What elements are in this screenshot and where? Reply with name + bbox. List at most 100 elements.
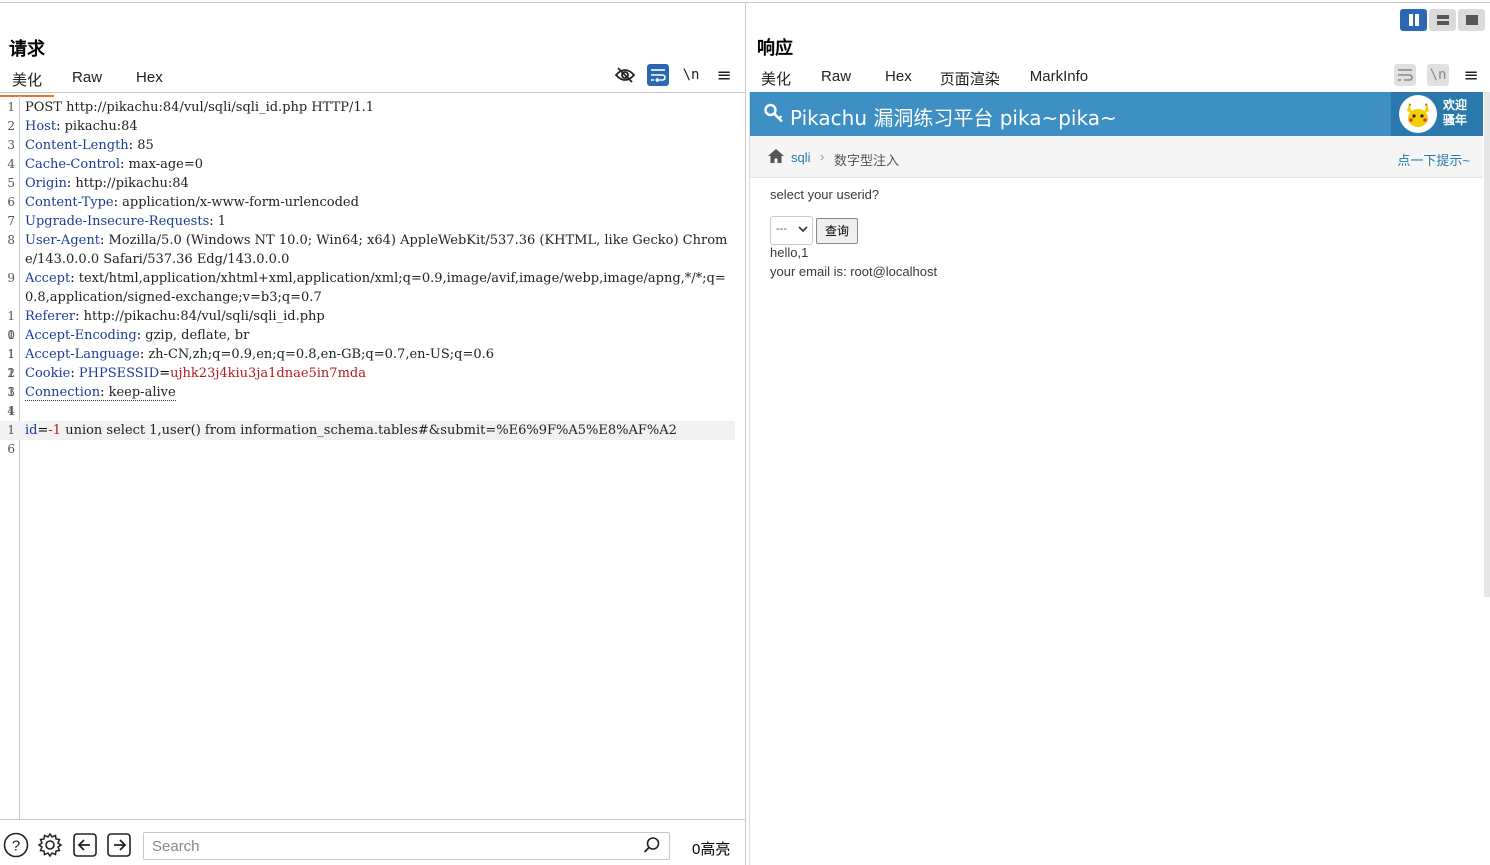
breadcrumb: sqli › 数字型注入 点一下提示~	[750, 136, 1483, 178]
header-value: pikachu:84	[64, 119, 138, 134]
home-icon[interactable]	[767, 148, 785, 169]
code-line[interactable]: 10 Referer: http://pikachu:84/vul/sqli/sq…	[0, 307, 745, 342]
header-value: max-age=0	[128, 157, 204, 172]
header-line: Upgrade-Insecure-Requests: 1	[25, 214, 227, 229]
back-arrow-icon[interactable]	[72, 832, 98, 858]
gear-icon[interactable]	[37, 832, 63, 858]
tab-hex[interactable]: Hex	[873, 68, 924, 93]
tab-page-render[interactable]: 页面渲染	[927, 68, 1012, 96]
tab-raw[interactable]: Raw	[809, 68, 863, 93]
code-line[interactable]: 8 User-Agent: Mozilla/5.0 (Windows NT 10.…	[0, 231, 745, 269]
search-icon[interactable]	[643, 836, 661, 859]
avatar	[1399, 95, 1437, 133]
line-number: 5	[7, 176, 15, 190]
key-icon	[764, 103, 784, 128]
site-title: Pikachu 漏洞练习平台 pika~pika~	[790, 106, 1117, 130]
tab-raw[interactable]: Raw	[60, 69, 114, 94]
welcome-text: 欢迎 骚年	[1443, 98, 1467, 128]
breadcrumb-link-sqli[interactable]: sqli	[791, 150, 811, 165]
response-tabs: 美化 Raw Hex 页面渲染 MarkInfo	[749, 68, 1100, 96]
header-name: Origin	[25, 176, 67, 191]
header-value: text/html,application/xhtml+xml,applicat…	[25, 271, 726, 305]
highlight-count: 0高亮	[692, 841, 731, 858]
line-number: 8	[7, 233, 15, 247]
code-line[interactable]: 3 Content-Length: 85	[0, 136, 745, 155]
param-value: -1	[48, 423, 62, 438]
newline-icon[interactable]: \n	[680, 64, 702, 86]
line-number: 4	[7, 157, 15, 171]
header-name: Connection	[25, 385, 101, 400]
menu-icon[interactable]: ≡	[713, 64, 735, 86]
header-line: Origin: http://pikachu:84	[25, 176, 189, 191]
tab-hex[interactable]: Hex	[124, 69, 175, 94]
header-value: 1	[217, 214, 227, 229]
line-number: 16	[7, 423, 15, 456]
user-menu[interactable]: 欢迎 骚年	[1391, 92, 1483, 136]
code-line[interactable]: 1 POST http://pikachu:84/vul/sqli/sqli_id…	[0, 98, 745, 117]
wrap-icon[interactable]	[647, 64, 669, 86]
result-line-1: hello,1	[770, 245, 809, 260]
header-line: User-Agent: Mozilla/5.0 (Windows NT 10.0…	[25, 233, 728, 267]
header-value: keep-alive	[108, 385, 176, 400]
eye-off-icon[interactable]	[614, 64, 636, 86]
userid-select[interactable]: ---	[770, 216, 813, 245]
breadcrumb-current: 数字型注入	[834, 153, 900, 168]
request-tabs-divider	[0, 92, 745, 93]
forward-arrow-icon[interactable]	[106, 832, 132, 858]
code-line[interactable]: 16 id=-1 union select 1,user() from infor…	[0, 421, 735, 456]
code-line[interactable]: 7 Upgrade-Insecure-Requests: 1	[0, 212, 745, 231]
header-line: Cache-Control: max-age=0	[25, 157, 204, 172]
header-line: Referer: http://pikachu:84/vul/sqli/sqli…	[25, 309, 325, 324]
response-title: 响应	[757, 38, 793, 59]
code-line[interactable]: 5 Origin: http://pikachu:84	[0, 174, 745, 193]
tab-markinfo[interactable]: MarkInfo	[1018, 68, 1100, 93]
welcome-line-2: 骚年	[1443, 113, 1468, 127]
line-number: 6	[7, 195, 15, 209]
header-name: Accept-Encoding	[25, 328, 137, 343]
code-line[interactable]: 4 Cache-Control: max-age=0	[0, 155, 745, 174]
hint-link[interactable]: 点一下提示~	[1397, 150, 1470, 169]
tab-pretty[interactable]: 美化	[749, 68, 803, 93]
code-line[interactable]: 15	[0, 402, 745, 437]
header-name: Cookie	[25, 366, 71, 381]
code-line[interactable]: 14 Connection: keep-alive	[0, 383, 745, 418]
response-toolbar: \n ≡	[1383, 64, 1482, 86]
newline-icon[interactable]: \n	[1427, 64, 1449, 86]
chevron-right-icon: ›	[820, 149, 825, 164]
code-line[interactable]: 11 Accept-Encoding: gzip, deflate, br	[0, 326, 745, 361]
code-line[interactable]: 13 Cookie: PHPSESSID=ujhk23j4kiu3ja1dnae5…	[0, 364, 745, 399]
request-code[interactable]: 1 POST http://pikachu:84/vul/sqli/sqli_id…	[0, 98, 745, 456]
line-number: 9	[7, 271, 15, 285]
response-panel: 响应 美化 Raw Hex 页面渲染 MarkInfo \n ≡ Pikachu…	[746, 3, 1490, 865]
layout-single-button[interactable]	[1458, 9, 1485, 31]
header-name: Referer	[25, 309, 76, 324]
header-value: Mozilla/5.0 (Windows NT 10.0; Win64; x64…	[25, 233, 728, 267]
code-line[interactable]: 2 Host: pikachu:84	[0, 117, 745, 136]
header-name: Accept	[25, 271, 71, 286]
page-body: select your userid? --- 查询 hello,1 your …	[770, 187, 937, 279]
prompt-text: select your userid?	[770, 187, 880, 202]
header-name: Host	[25, 119, 57, 134]
request-line-text: POST http://pikachu:84/vul/sqli/sqli_id.…	[25, 100, 375, 115]
help-icon[interactable]: ?	[3, 832, 29, 858]
response-scrollbar[interactable]	[1484, 92, 1490, 597]
cookie-value: ujhk23j4kiu3ja1dnae5in7mda	[170, 366, 366, 381]
header-name: Content-Type	[25, 195, 114, 210]
search-input[interactable]: Search	[143, 832, 670, 860]
code-line[interactable]: 6 Content-Type: application/x-www-form-ur…	[0, 193, 745, 212]
query-button[interactable]: 查询	[816, 218, 858, 244]
layout-stacked-button[interactable]	[1429, 9, 1456, 31]
header-value: zh-CN,zh;q=0.9,en;q=0.8,en-GB;q=0.7,en-U…	[148, 347, 495, 362]
code-line[interactable]: 9 Accept: text/html,application/xhtml+xml…	[0, 269, 745, 307]
header-line: Accept-Encoding: gzip, deflate, br	[25, 328, 250, 343]
code-line[interactable]: 12 Accept-Language: zh-CN,zh;q=0.9,en;q=0…	[0, 345, 745, 380]
tab-pretty[interactable]: 美化	[0, 69, 55, 97]
svg-text:?: ?	[12, 838, 20, 855]
request-editor[interactable]: 1 POST http://pikachu:84/vul/sqli/sqli_id…	[0, 96, 745, 819]
menu-icon[interactable]: ≡	[1460, 64, 1482, 86]
header-line: Host: pikachu:84	[25, 119, 138, 134]
layout-side-by-side-button[interactable]	[1400, 9, 1427, 31]
param-name: id	[25, 423, 38, 438]
wrap-icon[interactable]	[1394, 64, 1416, 86]
rendered-page: Pikachu 漏洞练习平台 pika~pika~ 欢迎 骚年 sqli › 数…	[749, 92, 1483, 865]
